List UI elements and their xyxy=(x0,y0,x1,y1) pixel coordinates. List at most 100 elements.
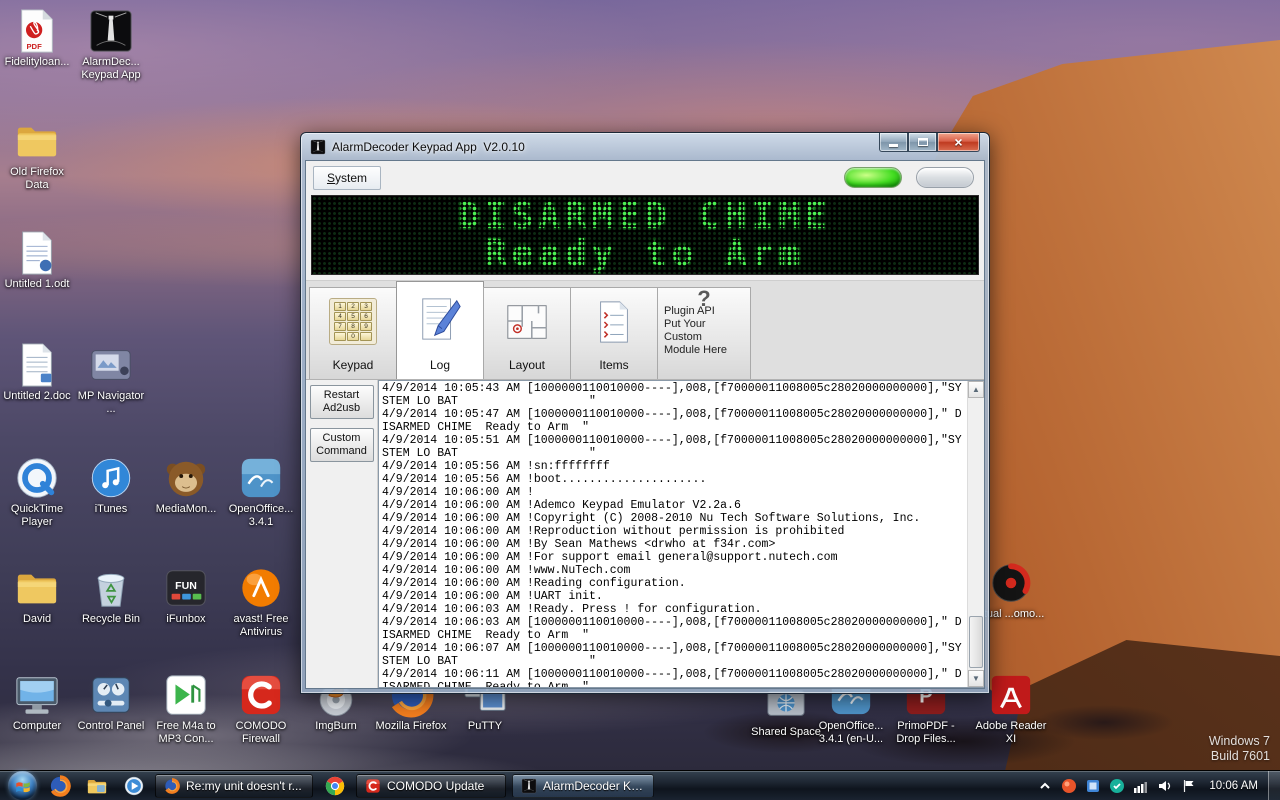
question-icon: ? xyxy=(664,292,744,305)
desktop-icon[interactable]: MP Navigator ... xyxy=(75,342,147,416)
desktop-icon-label: avast! Free Antivirus xyxy=(225,613,297,639)
plugin-api-slot[interactable]: ? Plugin API Put Your Custom Module Here xyxy=(657,287,751,379)
desktop-icon[interactable]: Old Firefox Data xyxy=(1,118,73,192)
plugin-line: Module Here xyxy=(664,344,744,357)
firefox-icon xyxy=(49,775,71,797)
odt-icon xyxy=(14,230,60,276)
desktop-icon[interactable]: David xyxy=(1,565,73,626)
desktop-icon[interactable]: iTunes xyxy=(75,455,147,516)
tab-items[interactable]: Items xyxy=(570,287,658,379)
taskbar-button[interactable]: Re:my unit doesn't r... xyxy=(155,774,313,798)
log-scrollbar[interactable]: ▲ ▼ xyxy=(967,381,984,687)
desktop-icon-label: Adobe Reader XI xyxy=(975,720,1047,746)
desktop-icon-label: PuTTY xyxy=(449,720,521,733)
desktop-icon[interactable]: Untitled 1.odt xyxy=(1,230,73,291)
adobereader-icon xyxy=(988,672,1034,718)
taskbar-button-label: Re:my unit doesn't r... xyxy=(186,779,302,793)
minimize-button[interactable] xyxy=(879,133,908,152)
log-line: 4/9/2014 10:06:00 AM !Copyright (C) 2008… xyxy=(382,512,965,525)
windows-start-icon xyxy=(14,777,32,795)
system-tray: 10:06 AM xyxy=(1033,771,1280,800)
desktop-icon[interactable]: Control Panel xyxy=(75,672,147,733)
status-led-gray[interactable] xyxy=(916,167,974,188)
desktop-icon[interactable]: OpenOffice... 3.4.1 xyxy=(225,455,297,529)
maximize-button[interactable] xyxy=(908,133,937,152)
show-desktop-button[interactable] xyxy=(1268,771,1280,800)
log-icon xyxy=(397,282,483,355)
log-line: 4/9/2014 10:06:00 AM !UART init. xyxy=(382,590,965,603)
keypad-led-display: DISARMED CHIME Ready to Arm xyxy=(311,195,979,275)
folder-icon xyxy=(14,118,60,164)
minimize-icon xyxy=(889,144,898,147)
taskbar-pinned-explorer[interactable] xyxy=(81,773,112,799)
display-line-1: DISARMED CHIME xyxy=(312,198,978,235)
tray-app-icon-orange[interactable] xyxy=(1061,778,1077,794)
controlpanel-icon xyxy=(88,672,134,718)
log-line: 4/9/2014 10:05:56 AM !sn:ffffffff xyxy=(382,460,965,473)
desktop-icon-label: MP Navigator ... xyxy=(75,390,147,416)
layout-icon xyxy=(484,288,570,355)
scroll-up-icon[interactable]: ▲ xyxy=(968,381,984,398)
tray-app-icon-teal[interactable] xyxy=(1109,778,1125,794)
log-view: Restart Ad2usb Custom Command 4/9/2014 10… xyxy=(306,380,984,688)
volume-icon[interactable] xyxy=(1157,778,1173,794)
taskbar-button[interactable]: COMODO Update xyxy=(356,774,506,798)
mpnav-icon xyxy=(88,342,134,388)
desktop-icon[interactable]: AlarmDec... Keypad App xyxy=(75,8,147,82)
desktop-icon[interactable]: MediaMon... xyxy=(150,455,222,516)
sidebar-button[interactable]: Restart Ad2usb xyxy=(310,385,374,419)
desktop-icon[interactable]: QuickTime Player xyxy=(1,455,73,529)
desktop-icon[interactable]: Untitled 2.doc xyxy=(1,342,73,403)
window-content: System DISARMED CHIME Ready to Arm xyxy=(305,160,985,689)
menu-system[interactable]: System xyxy=(313,166,381,190)
desktop-icon[interactable]: Free M4a to MP3 Con... xyxy=(150,672,222,746)
desktop-surface[interactable]: PDF Fidelityloan... AlarmDec... Keypad A… xyxy=(0,0,1280,800)
taskbar-button[interactable]: AlarmDecoder Keypa... xyxy=(512,774,654,798)
desktop-icon[interactable]: PDF Fidelityloan... xyxy=(1,8,73,69)
display-line-2: Ready to Arm xyxy=(312,235,978,272)
log-output[interactable]: 4/9/2014 10:05:43 AM [1000000110010000--… xyxy=(378,380,984,688)
tray-app-icon-blue[interactable] xyxy=(1085,778,1101,794)
sidebar-button[interactable]: Custom Command xyxy=(310,428,374,462)
windows-build-watermark: Windows 7 Build 7601 xyxy=(1209,734,1270,764)
plugin-line: Custom xyxy=(664,331,744,344)
log-line: 4/9/2014 10:05:47 AM [1000000110010000--… xyxy=(382,408,965,434)
taskbar-pinned-firefox[interactable] xyxy=(44,773,75,799)
taskbar-pinned-media-player[interactable] xyxy=(118,773,149,799)
log-line: 4/9/2014 10:06:00 AM !For support email … xyxy=(382,551,965,564)
desktop-icon-label: Recycle Bin xyxy=(75,613,147,626)
tab-layout[interactable]: Layout xyxy=(483,287,571,379)
tab-keypad[interactable]: 1234567890 Keypad xyxy=(309,287,397,379)
log-line: 4/9/2014 10:06:00 AM !Ademco Keypad Emul… xyxy=(382,499,965,512)
desktop-icon[interactable]: avast! Free Antivirus xyxy=(225,565,297,639)
taskbar-clock[interactable]: 10:06 AM xyxy=(1209,780,1258,792)
show-hidden-icons-chevron[interactable] xyxy=(1037,778,1053,794)
tab-log[interactable]: Log xyxy=(396,281,484,379)
network-icon[interactable] xyxy=(1133,778,1149,794)
desktop-icon-label: Fidelityloan... xyxy=(1,56,73,69)
desktop-icon[interactable]: COMODO Firewall xyxy=(225,672,297,746)
taskbar-pinned-chrome[interactable] xyxy=(319,773,350,799)
pdf-icon: PDF xyxy=(14,8,60,54)
explorer-folder-icon xyxy=(86,775,108,797)
action-center-flag-icon[interactable] xyxy=(1181,778,1197,794)
close-button[interactable]: × xyxy=(937,133,980,152)
plugin-line: Plugin API xyxy=(664,305,744,318)
desktop-icon-label: Untitled 1.odt xyxy=(1,278,73,291)
desktop-icon[interactable]: FUN iFunbox xyxy=(150,565,222,626)
toolbar-filler xyxy=(751,281,984,379)
desktop-icon-label: PrimoPDF - Drop Files... xyxy=(890,720,962,746)
mediamonkey-icon xyxy=(163,455,209,501)
alarmdecoder-window: AlarmDecoder Keypad App V2.0.10 × System… xyxy=(300,132,990,694)
svg-text:FUN: FUN xyxy=(175,580,197,592)
caption-buttons: × xyxy=(879,133,980,152)
desktop-icon-label: Untitled 2.doc xyxy=(1,390,73,403)
desktop-icon[interactable]: Computer xyxy=(1,672,73,733)
desktop-icon-label: Control Panel xyxy=(75,720,147,733)
desktop-icon-label: Free M4a to MP3 Con... xyxy=(150,720,222,746)
start-button[interactable] xyxy=(8,771,37,800)
scrollbar-thumb[interactable] xyxy=(969,616,983,668)
status-led-green[interactable] xyxy=(844,167,902,188)
desktop-icon[interactable]: Recycle Bin xyxy=(75,565,147,626)
scroll-down-icon[interactable]: ▼ xyxy=(968,670,984,687)
